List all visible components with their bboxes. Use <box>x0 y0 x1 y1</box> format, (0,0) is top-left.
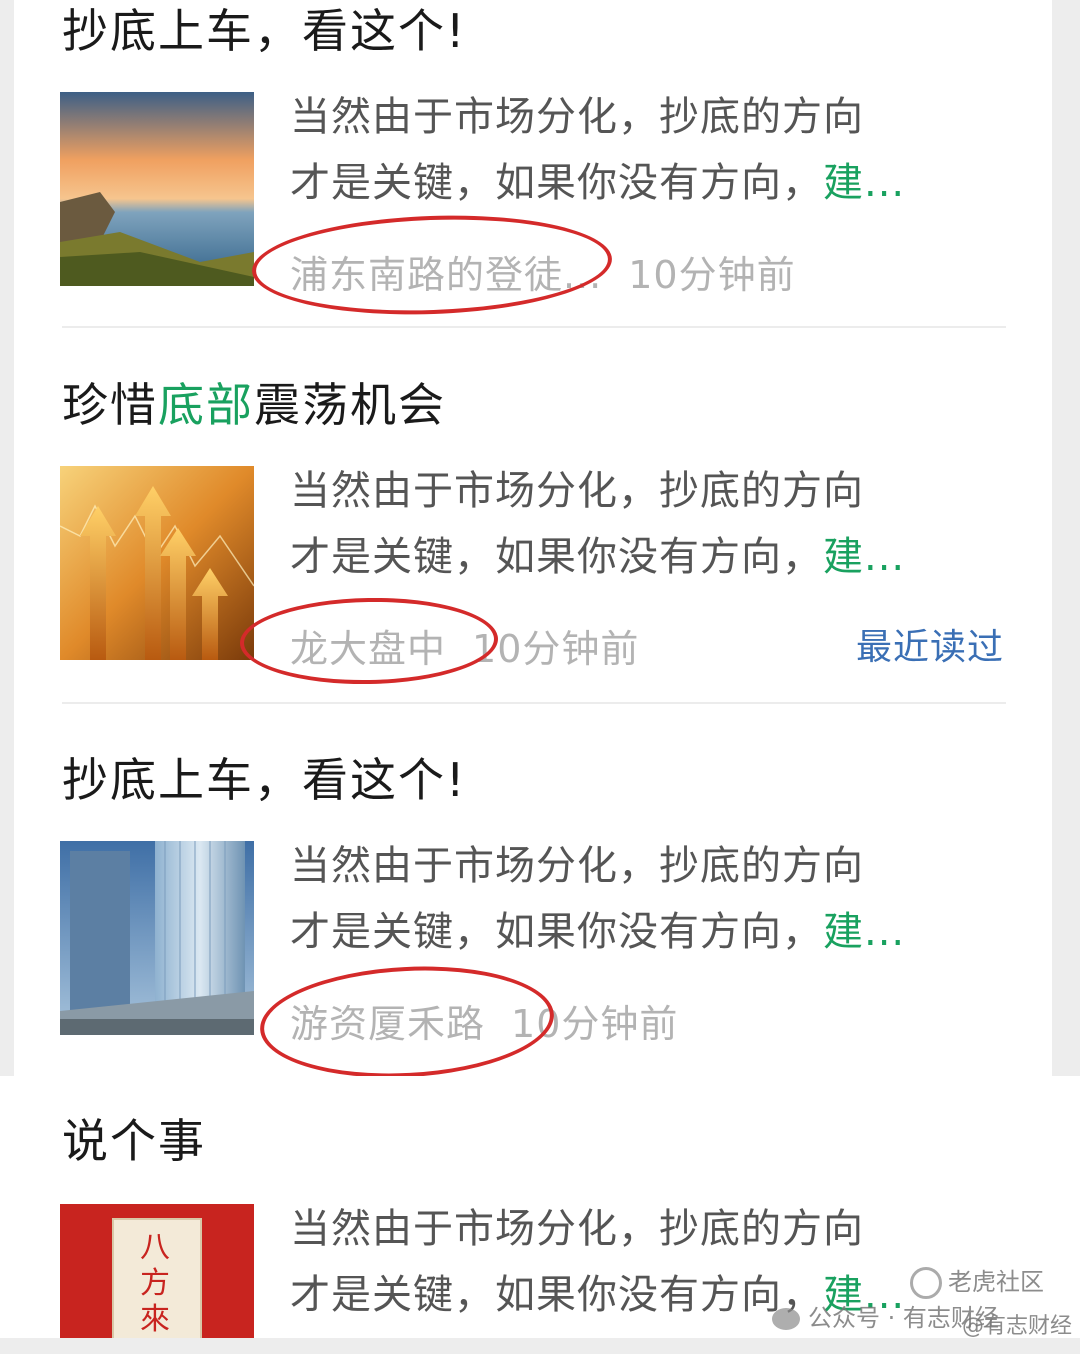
snippet-line: 才是关键，如果你没有方向， <box>290 160 823 206</box>
article-card[interactable]: 抄底上车，看这个! 当然由于市场分化，抄底的方向 才是关键，如果你没有方向，建.… <box>14 705 1052 1092</box>
publish-time: 10分钟前 <box>511 1002 679 1046</box>
snippet-highlight: 建... <box>823 909 906 955</box>
community-watermark: 老虎社区 <box>910 1262 1044 1299</box>
article-list-top: 抄底上车，看这个! 当然由于市场分化，抄底的方向 才是关键，如果你没有方向，建.… <box>14 0 1052 1092</box>
article-thumbnail <box>60 466 254 660</box>
publish-time: 10分钟前 <box>628 253 796 297</box>
snippet-line: 当然由于市场分化，抄底的方向 <box>290 468 864 514</box>
recently-read-badge: 最近读过 <box>855 627 1004 668</box>
article-list-bottom: 说个事 八方來 当然由于市场分化，抄底的方向 才是关键，如果你没有方向，建...… <box>0 1076 1080 1338</box>
divider <box>62 702 1006 704</box>
article-card[interactable]: 说个事 八方來 当然由于市场分化，抄底的方向 才是关键，如果你没有方向，建...… <box>0 1076 1080 1338</box>
article-snippet: 当然由于市场分化，抄底的方向 才是关键，如果你没有方向，建... <box>290 458 1020 590</box>
title-text: 震荡机会 <box>254 378 446 432</box>
snippet-line: 才是关键，如果你没有方向， <box>290 909 823 955</box>
snippet-line: 当然由于市场分化，抄底的方向 <box>290 1206 864 1252</box>
tiger-logo-icon <box>910 1267 942 1299</box>
article-snippet: 当然由于市场分化，抄底的方向 才是关键，如果你没有方向，建... <box>290 84 1020 216</box>
article-card[interactable]: 抄底上车，看这个! 当然由于市场分化，抄底的方向 才是关键，如果你没有方向，建.… <box>14 0 1052 330</box>
article-title: 抄底上车，看这个! <box>62 4 467 58</box>
article-snippet: 当然由于市场分化，抄底的方向 才是关键，如果你没有方向，建... <box>290 833 1020 965</box>
title-text: 珍惜 <box>62 378 158 432</box>
article-meta: 浦东南路的登徒... 10分钟前 <box>290 244 796 299</box>
snippet-highlight: 建... <box>823 534 906 580</box>
article-title: 说个事 <box>62 1114 206 1168</box>
article-title: 抄底上车，看这个! <box>62 753 467 807</box>
publish-time: 10分钟前 <box>472 627 640 671</box>
snippet-highlight: 建... <box>823 160 906 206</box>
article-meta: 游资厦禾路 10分钟前 <box>290 993 678 1048</box>
article-thumbnail: 八方來 <box>60 1204 254 1338</box>
wechat-icon <box>772 1308 800 1330</box>
author-name[interactable]: 龙大盘中 <box>290 627 446 671</box>
title-highlight: 底部 <box>158 378 254 432</box>
author-name[interactable]: 浦东南路的登徒... <box>290 253 602 297</box>
article-card[interactable]: 珍惜底部震荡机会 当然由于市场分化，抄底的方向 才是关键，如果你没有方向，建..… <box>14 330 1052 705</box>
article-title: 珍惜底部震荡机会 <box>62 382 446 428</box>
article-meta: 龙大盘中 10分钟前 <box>290 618 639 673</box>
snippet-line: 才是关键，如果你没有方向， <box>290 1272 823 1318</box>
snippet-line: 当然由于市场分化，抄底的方向 <box>290 843 864 889</box>
snippet-line: 当然由于市场分化，抄底的方向 <box>290 94 864 140</box>
scroll-text: 八方來 <box>140 1230 170 1337</box>
snippet-line: 才是关键，如果你没有方向， <box>290 534 823 580</box>
handle-watermark: @有志财经 <box>962 1314 1073 1338</box>
author-name[interactable]: 游资厦禾路 <box>290 1002 485 1046</box>
article-thumbnail <box>60 92 254 286</box>
divider <box>62 326 1006 328</box>
article-thumbnail <box>60 841 254 1035</box>
